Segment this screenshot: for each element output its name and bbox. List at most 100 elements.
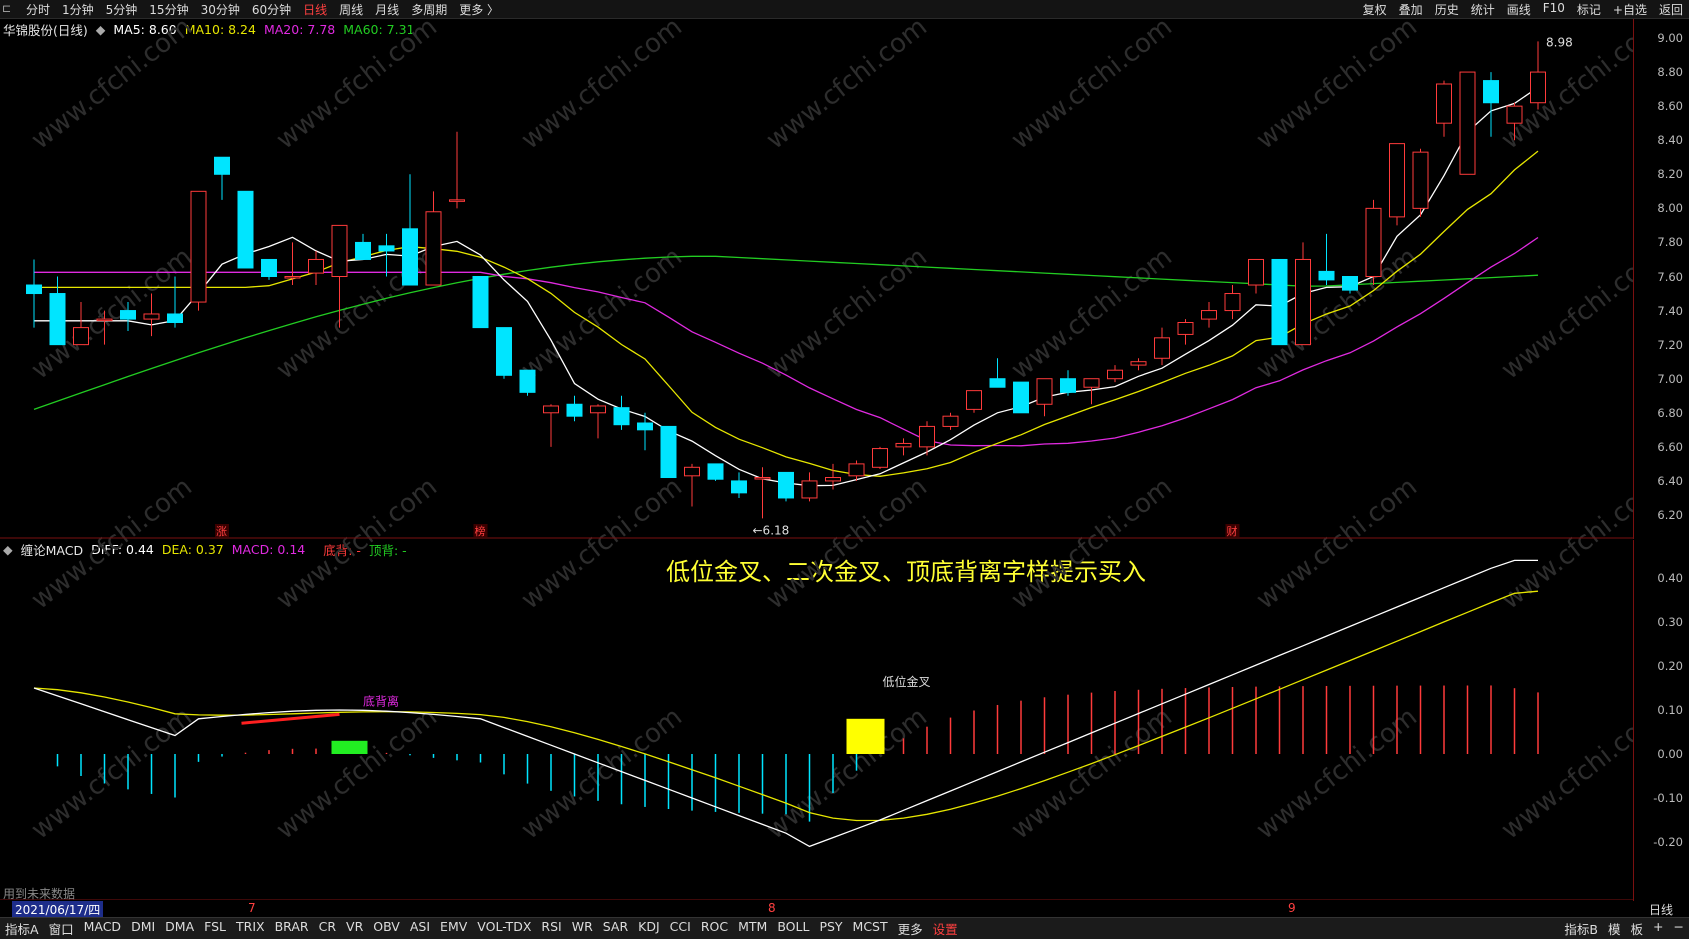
indicator-tab[interactable]: PSY [814, 919, 847, 938]
indicator-b-control[interactable]: 指标B [1559, 919, 1603, 938]
candle[interactable] [261, 258, 277, 280]
candle[interactable] [1060, 370, 1076, 396]
candle[interactable] [872, 446, 888, 470]
indicator-b-control[interactable]: 模 [1603, 919, 1626, 938]
candle[interactable] [425, 191, 442, 286]
candle[interactable] [613, 395, 630, 430]
candle[interactable] [895, 438, 912, 456]
indicator-tab[interactable]: VOL-TDX [472, 919, 536, 938]
candle[interactable] [1248, 258, 1264, 294]
indicator-tab[interactable]: WR [567, 919, 598, 938]
candle[interactable] [801, 472, 818, 502]
candle[interactable] [1295, 242, 1311, 346]
candle[interactable] [754, 467, 771, 519]
indicator-tab[interactable]: MACD [79, 919, 126, 938]
candle[interactable] [1530, 41, 1546, 110]
indicator-tab[interactable]: 设置 [928, 919, 963, 938]
candle[interactable] [1036, 378, 1053, 417]
candle[interactable] [684, 463, 700, 507]
candle[interactable] [1271, 258, 1288, 346]
indicator-axis[interactable]: 0.40 0.30 0.20 0.10 0.00 -0.10 -0.20 [1633, 540, 1689, 901]
indicator-tab[interactable]: BOLL [772, 919, 814, 938]
indicator-tab[interactable]: RSI [536, 919, 566, 938]
candle[interactable] [1436, 80, 1452, 137]
candle[interactable] [1483, 72, 1499, 137]
indicator-tab[interactable]: ASI [405, 919, 435, 938]
candle[interactable] [778, 471, 794, 502]
indicator-tab[interactable]: TRIX [231, 919, 270, 938]
indicator-tab[interactable]: CR [314, 919, 341, 938]
price-axis[interactable]: 9.00 8.80 8.60 8.40 8.20 8.00 7.80 7.60 7.40 7.20… [1633, 19, 1689, 539]
candle[interactable] [942, 412, 959, 430]
candle[interactable] [1083, 378, 1100, 405]
candle[interactable] [543, 404, 559, 447]
indicator-tab[interactable]: 窗口 [44, 919, 79, 938]
candle[interactable] [966, 390, 982, 413]
low-cross-text: 低位金叉 [883, 674, 931, 689]
indicator-tab[interactable]: VR [341, 919, 368, 938]
candle[interactable] [237, 190, 254, 269]
candle[interactable] [1459, 71, 1476, 175]
candle[interactable] [919, 421, 935, 456]
candle[interactable] [308, 250, 324, 286]
candle[interactable] [496, 327, 512, 379]
candle[interactable] [1177, 319, 1194, 345]
indicator-tabs-bar: 指标A 窗口 MACD DMI DMA FSL TRIX BRAR CR VR OBV ASI EMV V… [0, 917, 1689, 939]
candle[interactable] [1389, 143, 1405, 226]
event-marker[interactable]: 涨 [215, 524, 229, 538]
candle[interactable] [590, 404, 606, 439]
candle[interactable] [284, 242, 301, 286]
indicator-tab[interactable]: CCI [665, 919, 696, 938]
candle[interactable] [1318, 233, 1335, 286]
candle[interactable] [355, 233, 371, 260]
indicator-tab[interactable]: EMV [435, 919, 472, 938]
indicator-tab[interactable]: SAR [598, 919, 633, 938]
candle[interactable] [1013, 381, 1029, 414]
indicator-tab[interactable]: 指标A [0, 919, 44, 938]
svg-text:www.cfchi.com: www.cfchi.com [1006, 472, 1178, 616]
candle[interactable] [707, 463, 724, 481]
price-tick: 8.40 [1657, 133, 1683, 148]
indicator-tab[interactable]: DMA [160, 919, 199, 938]
indicator-b-control[interactable]: 板 [1626, 919, 1649, 938]
indicator-tab[interactable]: OBV [368, 919, 405, 938]
indicator-tab[interactable]: ROC [696, 919, 733, 938]
indicator-tab[interactable]: KDJ [633, 919, 665, 938]
candle[interactable] [660, 425, 677, 479]
candle[interactable] [26, 259, 42, 328]
candle[interactable] [1224, 285, 1241, 320]
candle[interactable] [214, 156, 230, 200]
indicator-b-control[interactable]: − [1669, 919, 1689, 938]
candle[interactable] [402, 174, 418, 286]
candle[interactable] [519, 369, 536, 396]
candle[interactable] [449, 131, 465, 209]
candle[interactable] [1130, 358, 1147, 371]
candle[interactable] [989, 358, 1006, 388]
price-chart[interactable]: www.cfchi.com www.cfchi.com www.cfchi.com w… [0, 0, 1634, 900]
candle[interactable] [1365, 199, 1382, 286]
candle[interactable] [566, 395, 583, 422]
event-marker[interactable]: 榜 [473, 524, 488, 538]
svg-text:涨: 涨 [216, 525, 227, 538]
indicator-tab[interactable]: MCST [848, 919, 893, 938]
price-tick: 6.40 [1657, 473, 1683, 488]
candle[interactable] [472, 276, 489, 329]
indicator-tab[interactable]: MTM [733, 919, 772, 938]
candle[interactable] [637, 412, 653, 451]
price-tick: 7.00 [1657, 371, 1683, 386]
toolbar-button[interactable]: 返回 [1653, 1, 1689, 18]
price-tick: 7.20 [1657, 337, 1683, 352]
candle[interactable] [1154, 327, 1170, 366]
indicator-tab[interactable]: 更多 [893, 919, 928, 938]
candle[interactable] [1201, 302, 1217, 328]
candle[interactable] [190, 190, 207, 311]
indicator-b-control[interactable]: + [1648, 919, 1668, 938]
candle[interactable] [49, 276, 66, 346]
indicator-tab[interactable]: BRAR [270, 919, 314, 938]
candle[interactable] [1107, 365, 1123, 383]
indicator-tab[interactable]: FSL [199, 919, 231, 938]
indicator-tab[interactable]: DMI [126, 919, 160, 938]
event-marker[interactable]: 财 [1225, 524, 1240, 538]
candle[interactable] [1412, 148, 1429, 217]
candle[interactable] [731, 472, 747, 498]
